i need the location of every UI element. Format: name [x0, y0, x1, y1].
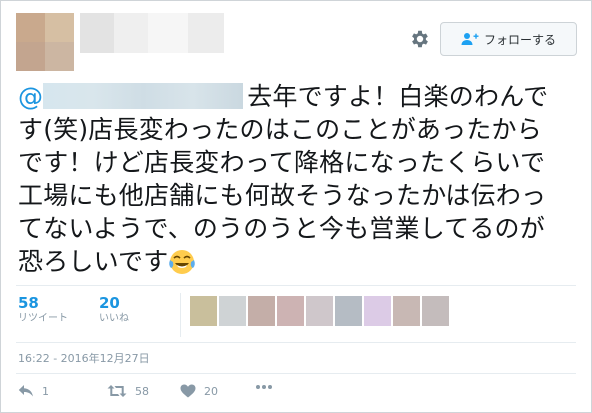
liker-avatar[interactable] — [306, 296, 333, 326]
reply-icon — [18, 384, 34, 398]
name-blur-block — [80, 13, 114, 53]
liker-avatar[interactable] — [190, 296, 217, 326]
name-blur-block — [188, 13, 224, 53]
like-action-count: 20 — [204, 384, 218, 398]
name-blur-block — [114, 13, 148, 53]
divider — [16, 285, 576, 286]
avatar-pixel — [45, 13, 74, 42]
tears-of-joy-emoji-icon — [168, 248, 196, 276]
avatar-pixel — [45, 42, 74, 71]
mention-at[interactable]: @ — [18, 82, 43, 111]
tweet-line-text: す(笑)店長変わったのはこのことがあったから — [18, 115, 542, 144]
more-button[interactable] — [255, 384, 273, 390]
reply-button[interactable]: 1 — [18, 384, 49, 398]
name-blur-block — [148, 13, 188, 53]
liker-avatar[interactable] — [393, 296, 420, 326]
liker-avatar[interactable] — [364, 296, 391, 326]
follow-button[interactable]: フォローする — [440, 22, 577, 56]
tweet-text: @ 去年ですよ！白楽のわんで す(笑)店長変わったのはこのことがあったから です！… — [18, 80, 584, 278]
liker-avatar[interactable] — [277, 296, 304, 326]
like-label: いいね — [99, 313, 129, 324]
avatar-pixel — [16, 13, 45, 42]
tweet-line-text: 去年ですよ！白楽のわんで — [247, 82, 549, 111]
liker-avatar[interactable] — [248, 296, 275, 326]
retweet-count: 58 — [18, 294, 39, 312]
retweet-button[interactable]: 58 — [107, 384, 149, 398]
avatar-pixel — [16, 42, 45, 71]
liker-avatar[interactable] — [335, 296, 362, 326]
retweet-label: リツイート — [18, 313, 68, 324]
tweet-line-text: てないようで、のうのうと今も営業してるのが — [18, 214, 545, 243]
avatar[interactable] — [16, 13, 74, 71]
tweet-line-text: 恐ろしいです — [18, 247, 169, 276]
tweet-line: です！けど店長変わって降格になったくらいで — [18, 146, 584, 179]
tweet-line: す(笑)店長変わったのはこのことがあったから — [18, 113, 584, 146]
blurred-user-name[interactable] — [80, 13, 224, 53]
like-stat[interactable]: 20 いいね — [99, 294, 129, 326]
more-dots-icon — [255, 384, 273, 390]
heart-icon — [180, 384, 196, 398]
blurred-mention[interactable] — [43, 83, 244, 109]
retweet-icon — [107, 384, 127, 398]
tweet-line: 工場にも他店舗にも何故そうなったかは伝わっ — [18, 179, 584, 212]
follow-person-icon — [461, 32, 479, 46]
retweet-action-count: 58 — [135, 384, 149, 398]
follow-label: フォローする — [483, 32, 556, 47]
liker-avatar[interactable] — [219, 296, 246, 326]
tweet-line: てないようで、のうのうと今も営業してるのが — [18, 212, 584, 245]
divider — [180, 293, 181, 337]
liker-avatars — [190, 296, 449, 326]
gear-icon[interactable] — [409, 28, 431, 50]
divider — [16, 373, 576, 374]
liker-avatar[interactable] — [422, 296, 449, 326]
like-count: 20 — [99, 294, 120, 312]
reply-count: 1 — [42, 384, 49, 398]
tweet-timestamp[interactable]: 16:22 - 2016年12月27日 — [18, 350, 150, 366]
tweet-line: @ 去年ですよ！白楽のわんで — [18, 80, 584, 113]
tweet-line: 恐ろしいです — [18, 245, 584, 278]
tweet-line-text: 工場にも他店舗にも何故そうなったかは伝わっ — [18, 181, 547, 210]
like-button[interactable]: 20 — [180, 384, 218, 398]
retweet-stat[interactable]: 58 リツイート — [18, 294, 68, 326]
tweet-line-text: です！けど店長変わって降格になったくらいで — [18, 148, 546, 177]
divider — [16, 342, 576, 343]
